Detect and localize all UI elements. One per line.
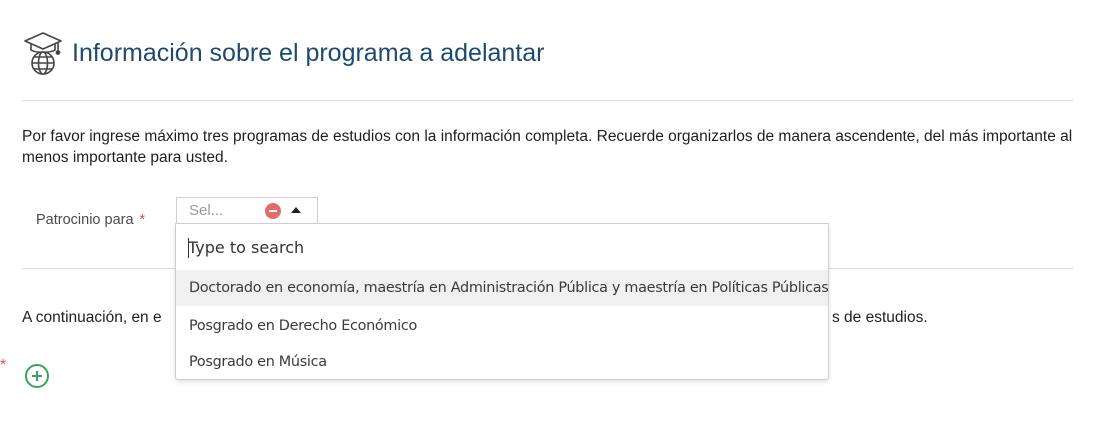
text-caret (188, 238, 189, 258)
caret-up-icon[interactable] (291, 207, 301, 213)
select-placeholder: Sel... (189, 202, 224, 219)
intro-text: Por favor ingrese máximo tres programas … (22, 128, 1073, 166)
page-title: Información sobre el programa a adelanta… (72, 38, 545, 67)
continuation-text-end: s de estudios. (832, 309, 928, 326)
option-derecho[interactable]: Posgrado en Derecho Económico (176, 308, 828, 344)
section-header: Información sobre el programa a adelanta… (22, 30, 545, 76)
option-musica[interactable]: Posgrado en Música (176, 344, 828, 380)
add-program-button[interactable] (25, 364, 49, 388)
continuation-text-start: A continuación, en e (22, 309, 162, 326)
sponsorship-label: Patrocinio para * (36, 212, 145, 228)
section-divider (22, 100, 1073, 101)
sponsorship-select[interactable]: Sel... (176, 197, 318, 223)
select-dropdown: Doctorado en economía, maestría en Admin… (175, 223, 829, 380)
option-doctorado[interactable]: Doctorado en economía, maestría en Admin… (176, 270, 829, 306)
sponsorship-label-text: Patrocinio para (36, 212, 134, 228)
graduation-globe-icon (24, 32, 62, 75)
required-marker: * (139, 212, 146, 228)
required-star: * (0, 357, 7, 374)
clear-icon[interactable] (265, 203, 281, 219)
search-input[interactable] (184, 230, 814, 264)
